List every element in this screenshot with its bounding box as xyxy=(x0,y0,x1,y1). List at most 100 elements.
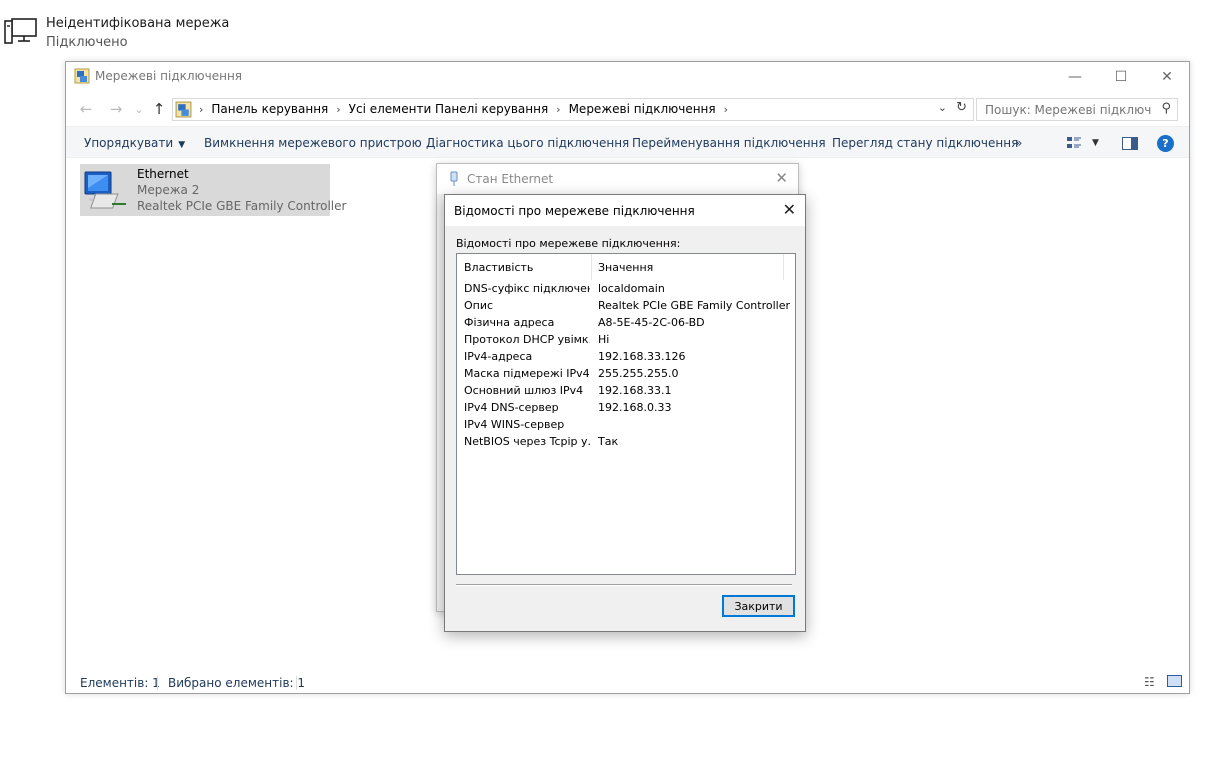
close-icon[interactable]: ✕ xyxy=(783,200,796,219)
table-row[interactable]: IPv4-адреса 192.168.33.126 xyxy=(457,350,795,367)
list-item-ethernet[interactable]: Ethernet Мережа 2 Realtek PCIe GBE Famil… xyxy=(80,164,346,216)
help-icon[interactable]: ? xyxy=(1157,135,1174,152)
selected-count: Вибрано елементів: 1 xyxy=(168,676,306,690)
property-value: 255.255.255.0 xyxy=(598,367,679,380)
search-icon[interactable]: ⚲ xyxy=(1161,101,1171,116)
view-status-button[interactable]: Перегляд стану підключення xyxy=(832,136,1018,150)
disable-device-button[interactable]: Вимкнення мережевого пристрою xyxy=(204,136,422,150)
breadcrumb-all-items[interactable]: Усі елементи Панелі керування xyxy=(349,102,549,116)
property-name: Маска підмережі IPv4 xyxy=(464,367,590,380)
search-box[interactable]: ⚲ xyxy=(976,98,1178,121)
refresh-icon[interactable]: ↻ xyxy=(956,100,967,115)
table-row[interactable]: Основний шлюз IPv4 192.168.33.1 xyxy=(457,384,795,401)
ethernet-adapter-icon xyxy=(84,171,126,209)
property-name: Основний шлюз IPv4 xyxy=(464,384,584,397)
network-connection-state: Підключено xyxy=(46,35,128,50)
more-commands-button[interactable]: » xyxy=(1015,136,1022,150)
connection-name: Ethernet xyxy=(137,167,189,181)
minimize-button[interactable]: — xyxy=(1052,62,1098,92)
property-name: IPv4-адреса xyxy=(464,350,533,363)
status-bar: Елементів: 1 Вибрано елементів: 1 ☷ xyxy=(66,670,1189,694)
table-row[interactable]: Фізична адреса A8-5E-45-2C-06-BD xyxy=(457,316,795,333)
up-arrow-icon[interactable]: ↑ xyxy=(149,99,169,119)
breadcrumb-separator-icon[interactable]: › xyxy=(199,103,203,116)
table-row[interactable]: Опис Realtek PCIe GBE Family Controller xyxy=(457,299,795,316)
list-header: Властивість Значення xyxy=(457,254,795,280)
table-row[interactable]: IPv4 WINS-сервер xyxy=(457,418,795,435)
column-header-value[interactable]: Значення xyxy=(598,261,653,274)
details-label: Відомості про мережеве підключення: xyxy=(456,237,681,250)
view-options-icon xyxy=(1067,137,1081,148)
dialog-title-bar[interactable]: Стан Ethernet ✕ xyxy=(437,164,798,194)
breadcrumb-separator-icon[interactable]: › xyxy=(556,103,560,116)
property-name: Фізична адреса xyxy=(464,316,555,329)
close-button[interactable]: ✕ xyxy=(1144,62,1190,92)
property-value: Так xyxy=(598,435,619,448)
status-divider xyxy=(296,676,297,690)
table-row[interactable]: NetBIOS через Tcpip у... Так xyxy=(457,435,795,452)
network-connections-icon xyxy=(74,68,90,84)
details-view-icon[interactable]: ☷ xyxy=(1144,675,1155,689)
table-row[interactable]: Протокол DHCP увімк... Ні xyxy=(457,333,795,350)
breadcrumb-separator-icon[interactable]: › xyxy=(724,103,728,116)
property-name: NetBIOS через Tcpip у... xyxy=(464,435,590,448)
property-value: 192.168.33.126 xyxy=(598,350,686,363)
property-value: 192.168.0.33 xyxy=(598,401,672,414)
address-bar[interactable]: › Панель керування › Усі елементи Панелі ке… xyxy=(172,98,974,121)
dialog-title-bar[interactable]: Відомості про мережеве підключення ✕ xyxy=(445,195,805,226)
table-row[interactable]: DNS-суфікс підключення localdomain xyxy=(457,282,795,299)
diagnose-button[interactable]: Діагностика цього підключення xyxy=(426,136,629,150)
network-name: Неідентифікована мережа xyxy=(46,16,230,31)
property-value: localdomain xyxy=(598,282,665,295)
dialog-title: Стан Ethernet xyxy=(467,172,554,186)
network-computer-icon xyxy=(4,18,37,44)
chevron-down-icon[interactable]: ▼ xyxy=(1092,138,1099,148)
window-title: Мережеві підключення xyxy=(95,69,243,83)
address-row: ← → ⌄ ↑ › Панель керування › Усі елементи П… xyxy=(66,95,1189,123)
table-row[interactable]: IPv4 DNS-сервер 192.168.0.33 xyxy=(457,401,795,418)
search-input[interactable] xyxy=(977,99,1152,120)
large-icons-view-icon[interactable] xyxy=(1167,675,1182,687)
title-bar[interactable]: Мережеві підключення — ☐ ✕ xyxy=(66,62,1189,92)
property-value: A8-5E-45-2C-06-BD xyxy=(598,316,705,329)
dialog-title: Відомості про мережеве підключення xyxy=(454,204,695,218)
column-header-property[interactable]: Властивість xyxy=(464,261,533,274)
dialog-divider xyxy=(456,584,792,586)
property-value: 192.168.33.1 xyxy=(598,384,672,397)
network-details-dialog: Відомості про мережеве підключення ✕ Від… xyxy=(444,194,806,632)
organize-button[interactable]: Упорядкувати ▼ xyxy=(84,136,185,150)
table-row[interactable]: Маска підмережі IPv4 255.255.255.0 xyxy=(457,367,795,384)
recent-locations-chevron-icon[interactable]: ⌄ xyxy=(129,99,149,119)
property-value: Realtek PCIe GBE Family Controller xyxy=(598,299,791,312)
preview-pane-button[interactable] xyxy=(1122,133,1138,153)
connection-network: Мережа 2 xyxy=(137,183,200,197)
column-divider[interactable] xyxy=(591,254,592,280)
connection-adapter: Realtek PCIe GBE Family Controller xyxy=(137,199,347,213)
preview-pane-icon xyxy=(1122,136,1138,150)
chevron-down-icon: ▼ xyxy=(178,140,186,150)
close-icon[interactable]: ✕ xyxy=(775,169,788,187)
breadcrumb-control-panel[interactable]: Панель керування xyxy=(211,102,328,116)
change-view-button[interactable]: ▼ xyxy=(1066,133,1099,153)
forward-arrow-icon[interactable]: → xyxy=(106,99,126,119)
network-status[interactable]: Неідентифікована мережа Підключено xyxy=(4,15,264,55)
property-name: IPv4 WINS-сервер xyxy=(464,418,565,431)
property-value: Ні xyxy=(598,333,610,346)
back-arrow-icon[interactable]: ← xyxy=(76,99,96,119)
item-count: Елементів: 1 xyxy=(80,676,160,690)
organize-label: Упорядкувати xyxy=(84,136,174,150)
status-divider xyxy=(157,676,158,690)
maximize-button[interactable]: ☐ xyxy=(1098,62,1144,92)
column-divider[interactable] xyxy=(783,254,784,280)
ethernet-status-icon xyxy=(450,171,458,186)
property-name: DNS-суфікс підключення xyxy=(464,282,590,295)
rename-button[interactable]: Перейменування підключення xyxy=(632,136,826,150)
address-dropdown-icon[interactable]: ⌄ xyxy=(938,101,947,114)
breadcrumb-network-connections[interactable]: Мережеві підключення xyxy=(569,102,716,116)
breadcrumb: › Панель керування › Усі елементи Панелі ке… xyxy=(197,102,736,116)
close-dialog-button[interactable]: Закрити xyxy=(722,595,795,617)
command-bar: Упорядкувати ▼ Вимкнення мережевого прист… xyxy=(66,126,1189,158)
details-list[interactable]: Властивість Значення DNS-суфікс підключе… xyxy=(456,253,796,575)
breadcrumb-separator-icon[interactable]: › xyxy=(336,103,340,116)
property-name: Опис xyxy=(464,299,494,312)
